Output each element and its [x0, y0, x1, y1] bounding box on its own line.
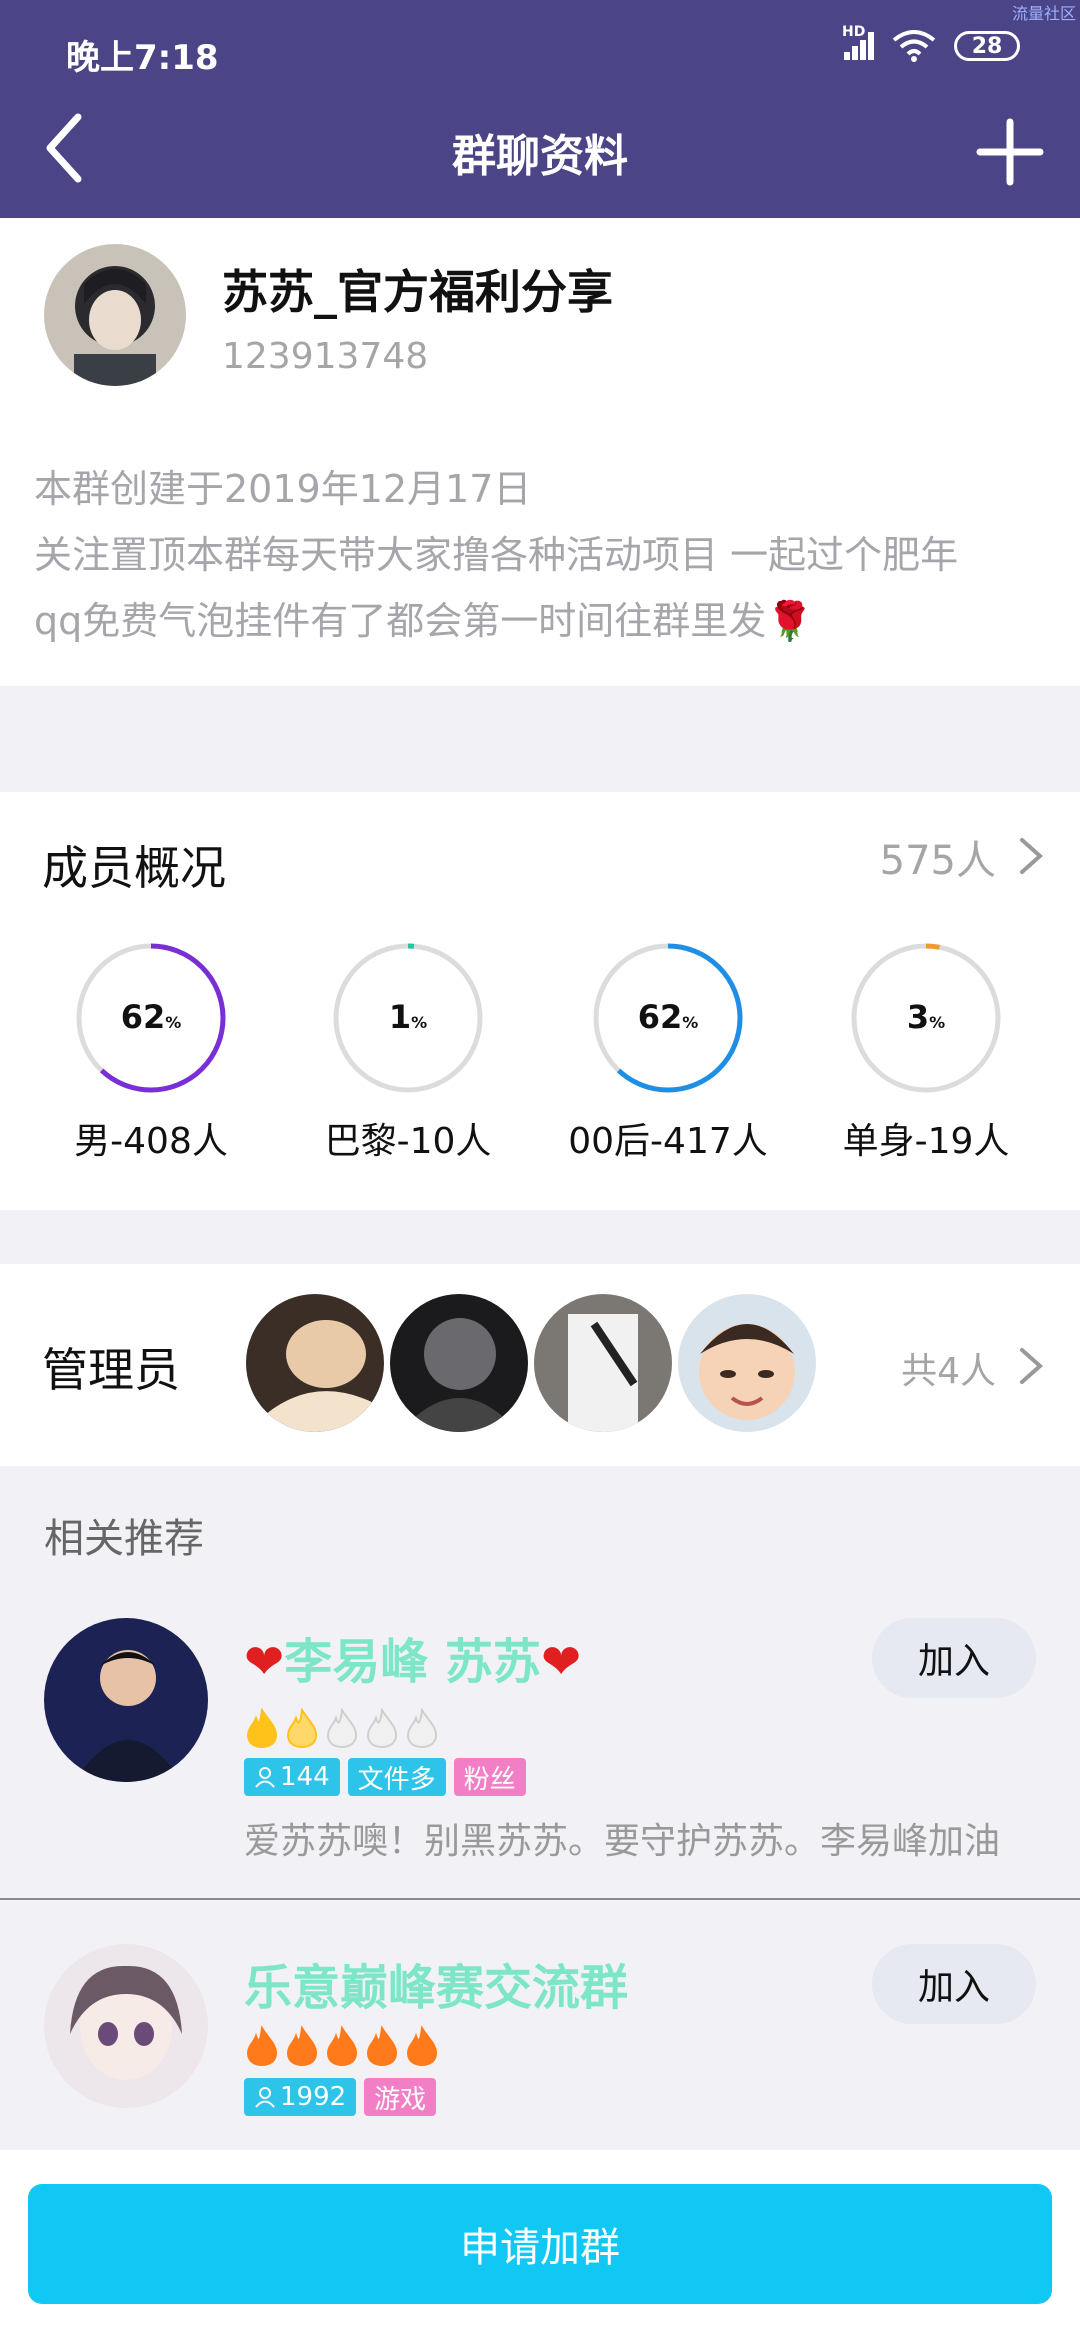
join-button[interactable]: 加入 — [872, 1618, 1036, 1698]
rec-name: ❤李易峰 苏苏❤ — [244, 1634, 582, 1690]
stat-label: 男-408人 — [74, 1121, 228, 1162]
admins-title: 管理员 — [42, 1343, 180, 1397]
chevron-right-icon — [1020, 1348, 1044, 1384]
corner-mark: 流量社区 — [1011, 4, 1076, 23]
ring-percent: 62% — [637, 998, 699, 1036]
chevron-right-icon — [1020, 838, 1044, 874]
member-stats: 62% 男-408人 1% 巴黎-10人 62% 00后-417人 3% 单身-… — [0, 942, 1080, 1172]
flame-icon — [326, 2026, 358, 2066]
members-title: 成员概况 — [42, 841, 226, 895]
heart-icon: ❤ — [244, 1634, 285, 1690]
group-name: 苏苏_官方福利分享 — [222, 265, 613, 319]
flame-icon — [286, 1708, 318, 1748]
tag-fans: 粉丝 — [453, 1758, 526, 1796]
ring-percent: 3% — [906, 998, 946, 1036]
group-description: 本群创建于2019年12月17日 关注置顶本群每天带大家撸各种活动项目 一起过个… — [34, 456, 1054, 654]
admin-avatar[interactable] — [390, 1294, 528, 1432]
flame-icon — [326, 1708, 358, 1748]
tag-game: 游戏 — [364, 2078, 437, 2116]
recommend-title: 相关推荐 — [44, 1516, 204, 1562]
flame-icon — [246, 1708, 278, 1748]
admin-avatar[interactable] — [678, 1294, 816, 1432]
page-title: 群聊资料 — [452, 131, 628, 182]
members-overview[interactable]: 成员概况 575人 62% 男-408人 1% 巴黎-10人 62% 00后-4… — [0, 792, 1080, 1210]
top-bar: 晚上7:18 流量社区 HD 28 群聊资料 — [0, 0, 1080, 218]
person-icon — [255, 2087, 275, 2108]
add-button[interactable] — [970, 112, 1050, 192]
member-count-tag: 1992 — [244, 2078, 357, 2116]
rec-tags: 144 文件多 粉丝 — [244, 1758, 526, 1796]
divider — [0, 1898, 1080, 1900]
status-icons: HD 28 — [842, 24, 1020, 62]
flame-icon — [406, 2026, 438, 2066]
members-count: 575人 — [879, 838, 996, 884]
stat-label: 单身-19人 — [842, 1121, 1010, 1162]
desc-line: qq免费气泡挂件有了都会第一时间往群里发🌹 — [34, 599, 814, 643]
plus-icon — [976, 118, 1044, 186]
tag-files: 文件多 — [347, 1758, 446, 1796]
admin-avatar[interactable] — [534, 1294, 672, 1432]
stat-label: 00后-417人 — [568, 1121, 768, 1162]
stat-city: 1% 巴黎-10人 — [278, 942, 538, 1164]
wifi-icon — [892, 30, 936, 62]
flame-icon — [406, 1708, 438, 1748]
bottom-bar: 申请加群 — [0, 2150, 1080, 2340]
admin-avatar[interactable] — [246, 1294, 384, 1432]
desc-line: 关注置顶本群每天带大家撸各种活动项目 一起过个肥年 — [34, 533, 959, 577]
stat-age: 62% 00后-417人 — [538, 942, 798, 1164]
person-icon — [255, 1767, 275, 1788]
ring-percent: 62% — [120, 998, 182, 1036]
group-info-card: 苏苏_官方福利分享 123913748 本群创建于2019年12月17日 关注置… — [0, 218, 1080, 686]
ring-percent: 1% — [388, 998, 428, 1036]
activity-flames — [244, 2026, 440, 2066]
rec-tags: 1992 游戏 — [244, 2078, 437, 2116]
desc-line: 本群创建于2019年12月17日 — [34, 467, 532, 511]
rec-avatar — [44, 1944, 208, 2108]
flame-icon — [366, 2026, 398, 2066]
rec-desc: 爱苏苏噢！别黑苏苏。要守护苏苏。李易峰加油 — [244, 1821, 1001, 1862]
group-avatar[interactable] — [44, 244, 186, 386]
stat-single: 3% 单身-19人 — [796, 942, 1056, 1164]
heart-icon: ❤ — [540, 1634, 582, 1690]
rec-avatar — [44, 1618, 208, 1782]
signal-icon: HD — [842, 24, 874, 60]
stat-male: 62% 男-408人 — [21, 942, 281, 1164]
battery-icon: 28 — [954, 31, 1020, 61]
rec-name: 乐意巅峰赛交流群 — [244, 1960, 629, 2016]
status-time: 晚上7:18 — [66, 38, 219, 78]
stat-label: 巴黎-10人 — [324, 1121, 492, 1162]
member-count-tag: 144 — [244, 1758, 340, 1796]
admins-count: 共4人 — [901, 1351, 996, 1392]
admins-section[interactable]: 管理员 共4人 — [0, 1264, 1080, 1466]
flame-icon — [286, 2026, 318, 2066]
join-button[interactable]: 加入 — [872, 1944, 1036, 2024]
activity-flames — [244, 1708, 440, 1748]
flame-icon — [366, 1708, 398, 1748]
flame-icon — [246, 2026, 278, 2066]
apply-join-button[interactable]: 申请加群 — [28, 2184, 1052, 2304]
network-type: HD — [842, 24, 866, 40]
group-id: 123913748 — [222, 336, 429, 377]
